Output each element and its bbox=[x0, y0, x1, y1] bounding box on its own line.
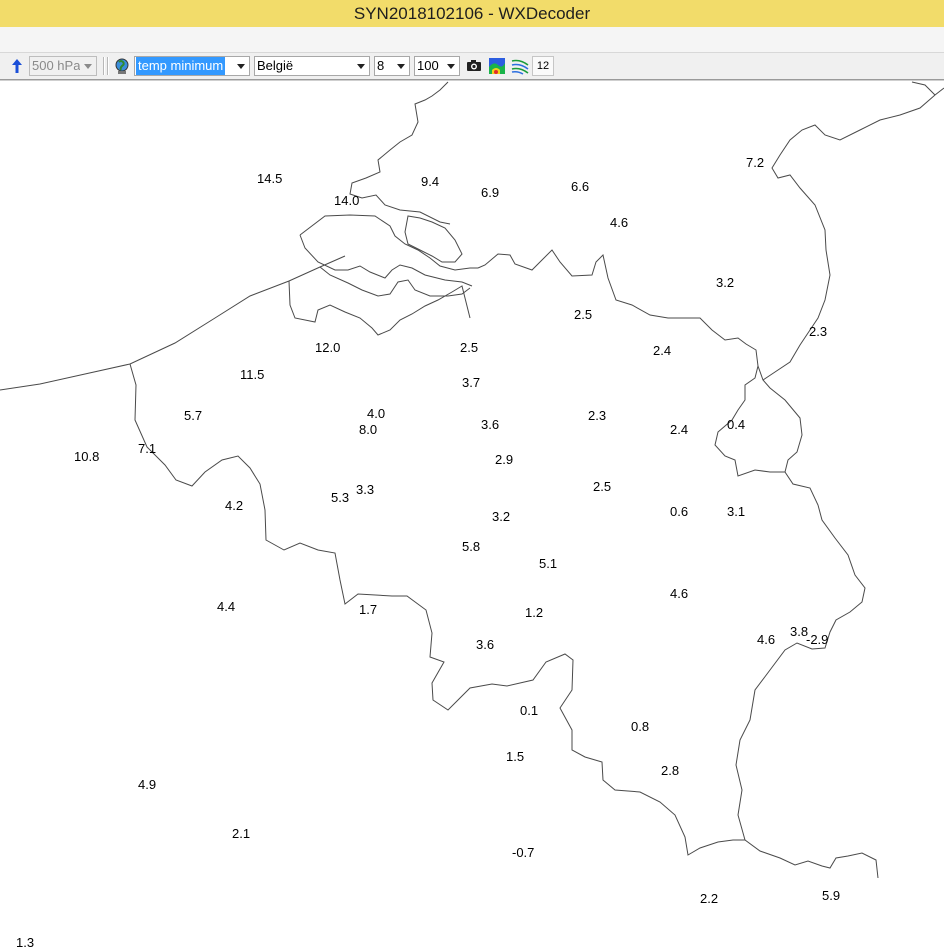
zoom-select[interactable]: 100 bbox=[414, 56, 460, 76]
station-value: 4.6 bbox=[757, 632, 776, 647]
parameter-select[interactable]: temp minimum bbox=[134, 56, 250, 76]
time-step-box[interactable]: 12 bbox=[532, 56, 554, 76]
time-step-value: 12 bbox=[536, 60, 550, 72]
station-value: -0.7 bbox=[512, 845, 535, 860]
station-value: 9.4 bbox=[421, 174, 440, 189]
station-value: 4.4 bbox=[217, 599, 236, 614]
station-value: 2.2 bbox=[700, 891, 719, 906]
station-value: 3.3 bbox=[356, 482, 375, 497]
zoom-value: 100 bbox=[417, 58, 439, 73]
map-canvas[interactable]: 14.5 9.4 6.9 6.6 14.0 4.6 3.2 2.5 2.3 12… bbox=[0, 81, 944, 950]
station-value: 2.3 bbox=[588, 408, 607, 423]
station-value: 3.2 bbox=[716, 275, 735, 290]
station-value: 7.2 bbox=[746, 155, 765, 170]
station-value: 1.7 bbox=[359, 602, 378, 617]
station-value: 5.1 bbox=[539, 556, 558, 571]
station-value: 14.5 bbox=[257, 171, 283, 186]
station-value: 3.6 bbox=[476, 637, 495, 652]
station-value: 12.0 bbox=[315, 340, 341, 355]
title-bar: SYN2018102106 - WXDecoder bbox=[0, 0, 944, 27]
station-value: 6.9 bbox=[481, 185, 500, 200]
station-value: 1.3 bbox=[16, 935, 35, 950]
station-value: 4.6 bbox=[670, 586, 689, 601]
font-size-select[interactable]: 8 bbox=[374, 56, 410, 76]
toolbar: 500 hPa temp minimum België 8 100 12 bbox=[0, 53, 944, 80]
station-value: 5.7 bbox=[184, 408, 203, 423]
level-value: 500 hPa bbox=[32, 58, 81, 73]
font-size-value: 8 bbox=[377, 58, 385, 73]
parameter-value: temp minimum bbox=[136, 57, 226, 75]
country-borders bbox=[0, 81, 944, 878]
contour-lines-icon[interactable] bbox=[511, 57, 529, 75]
station-value: 6.6 bbox=[571, 179, 590, 194]
menu-bar bbox=[0, 27, 944, 53]
camera-icon[interactable] bbox=[465, 57, 483, 75]
station-value: 3.6 bbox=[481, 417, 500, 432]
station-value: 2.5 bbox=[574, 307, 593, 322]
station-value: 2.5 bbox=[460, 340, 479, 355]
station-value: 2.4 bbox=[653, 343, 672, 358]
station-value: 7.1 bbox=[138, 441, 157, 456]
station-value: 5.8 bbox=[462, 539, 481, 554]
station-value: 0.4 bbox=[727, 417, 746, 432]
chevron-down-icon bbox=[393, 57, 409, 75]
station-value: 4.2 bbox=[225, 498, 244, 513]
station-value: 3.7 bbox=[462, 375, 481, 390]
station-value: 1.5 bbox=[506, 749, 525, 764]
level-select[interactable]: 500 hPa bbox=[29, 56, 97, 76]
chevron-down-icon bbox=[353, 57, 369, 75]
up-arrow-icon[interactable] bbox=[8, 57, 26, 75]
station-value: 2.3 bbox=[809, 324, 828, 339]
station-value: 8.0 bbox=[359, 422, 378, 437]
globe-icon[interactable] bbox=[113, 57, 131, 75]
station-value: 2.4 bbox=[670, 422, 689, 437]
station-value: 5.9 bbox=[822, 888, 841, 903]
chevron-down-icon bbox=[233, 57, 249, 75]
chevron-down-icon bbox=[443, 57, 459, 75]
station-value: 4.0 bbox=[367, 406, 386, 421]
station-value: 2.8 bbox=[661, 763, 680, 778]
station-value: 4.9 bbox=[138, 777, 157, 792]
station-value: 0.1 bbox=[520, 703, 539, 718]
station-value: 4.6 bbox=[610, 215, 629, 230]
station-value: 0.6 bbox=[670, 504, 689, 519]
station-value: 10.8 bbox=[74, 449, 100, 464]
region-select[interactable]: België bbox=[254, 56, 370, 76]
window-title: SYN2018102106 - WXDecoder bbox=[353, 4, 591, 23]
region-value: België bbox=[257, 58, 294, 73]
station-value: 2.1 bbox=[232, 826, 251, 841]
station-value: 0.8 bbox=[631, 719, 650, 734]
color-map-icon[interactable] bbox=[488, 57, 506, 75]
station-value: 11.5 bbox=[240, 367, 265, 382]
station-value: 2.5 bbox=[593, 479, 612, 494]
station-value: -2.9 bbox=[806, 632, 829, 647]
toolbar-separator bbox=[103, 57, 104, 75]
chevron-down-icon bbox=[80, 57, 96, 75]
station-value: 3.1 bbox=[727, 504, 746, 519]
toolbar-separator bbox=[107, 57, 108, 75]
station-value: 5.3 bbox=[331, 490, 350, 505]
station-value: 14.0 bbox=[334, 193, 360, 208]
station-value: 3.2 bbox=[492, 509, 511, 524]
station-value: 2.9 bbox=[495, 452, 514, 467]
station-value: 1.2 bbox=[525, 605, 544, 620]
